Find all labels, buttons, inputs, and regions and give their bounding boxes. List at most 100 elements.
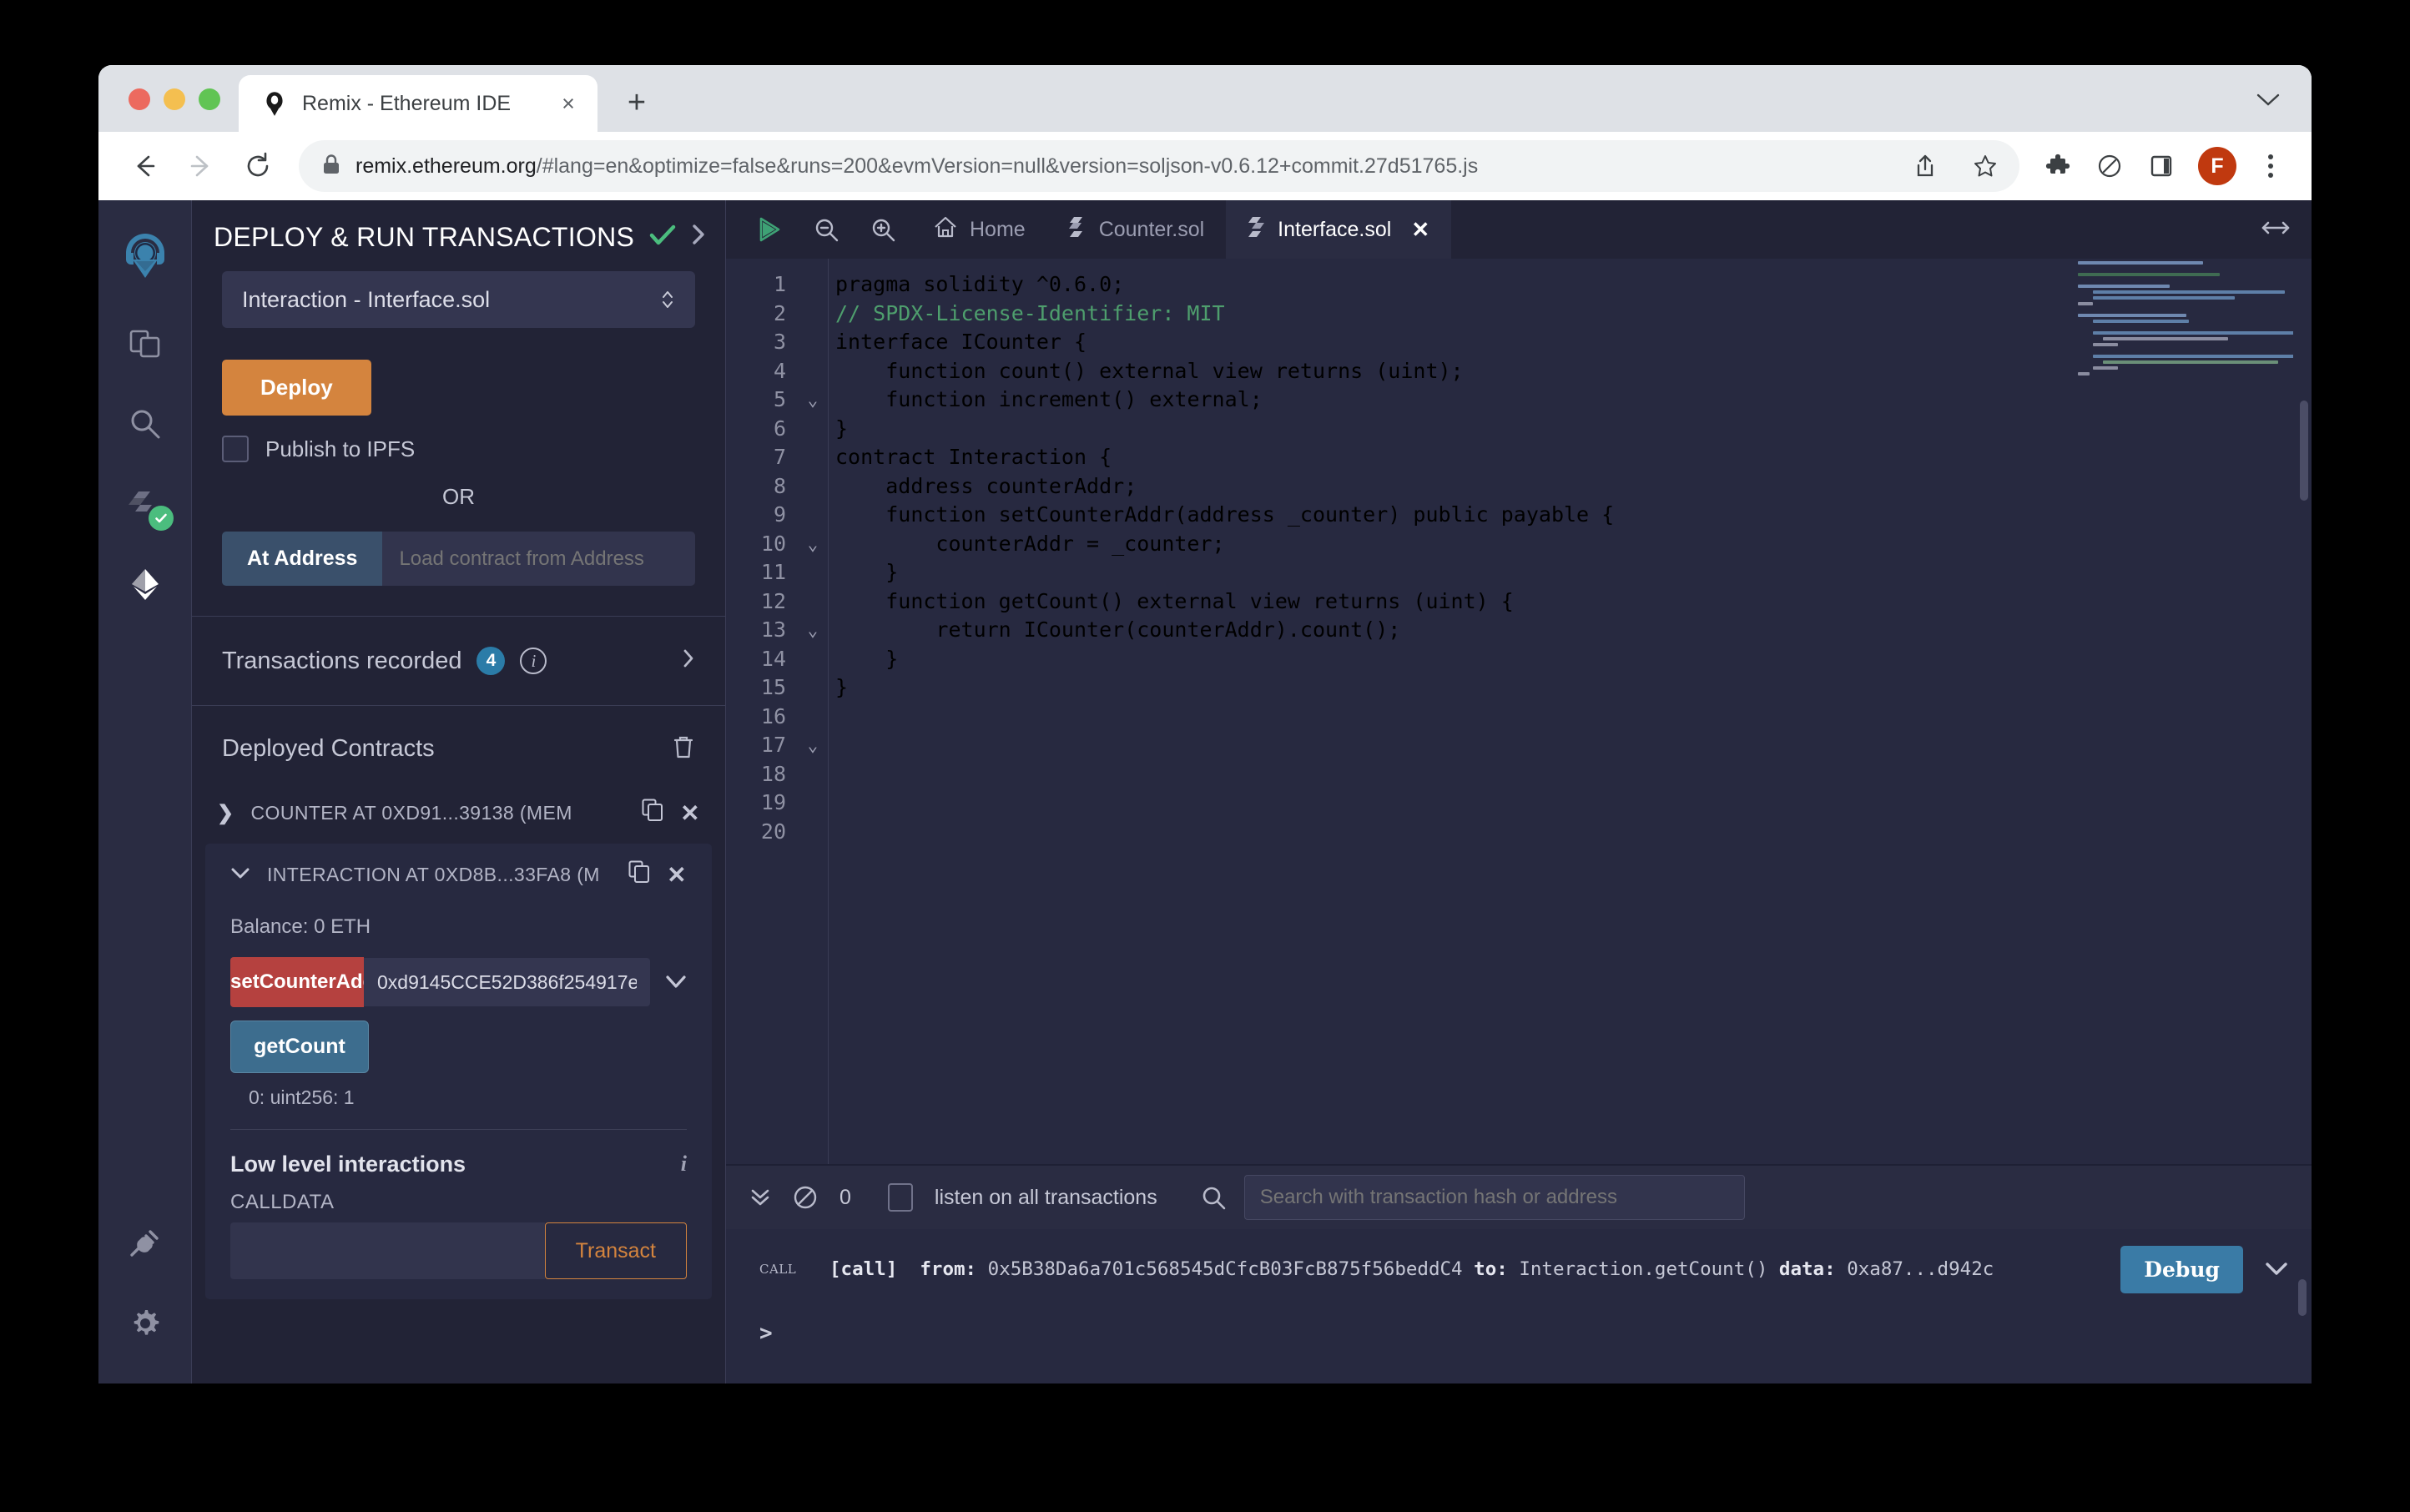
browser-menu-button[interactable] — [2250, 143, 2292, 189]
terminal-prompt[interactable]: > — [726, 1309, 2312, 1346]
fold-toggle-icon[interactable]: ⌄ — [798, 530, 828, 559]
remix-ide: DEPLOY & RUN TRANSACTIONS Interaction - … — [98, 200, 2312, 1383]
chevron-down-icon[interactable] — [650, 970, 687, 995]
share-icon[interactable] — [1903, 144, 1948, 189]
remix-terminal: 0 listen on all transactions CALL [call]… — [726, 1165, 2312, 1383]
fold-empty — [798, 443, 828, 472]
back-button[interactable] — [118, 140, 170, 192]
chevron-right-icon[interactable]: ❯ — [217, 801, 234, 825]
listen-all-transactions-checkbox[interactable] — [887, 1183, 913, 1212]
window-traffic-lights — [98, 88, 239, 132]
fold-toggle-icon[interactable]: ⌄ — [798, 616, 828, 645]
info-icon[interactable]: i — [681, 1152, 687, 1177]
at-address-input[interactable] — [382, 532, 695, 586]
calldata-label: CALLDATA — [230, 1191, 335, 1213]
browser-window: Remix - Ethereum IDE × + remix.ethereum.… — [98, 65, 2312, 1383]
contract-name: COUNTER AT 0XD91...39138 (MEM — [250, 801, 572, 824]
set-counter-addr-button[interactable]: setCounterAddr — [230, 957, 364, 1007]
transact-button[interactable]: Transact — [544, 1222, 687, 1279]
close-icon[interactable]: × — [554, 89, 582, 118]
log-prefix: [call] — [829, 1258, 898, 1280]
code-line: interface ICounter { — [835, 330, 1087, 354]
chevron-down-icon[interactable] — [230, 863, 250, 886]
fold-empty — [798, 357, 828, 386]
forward-button[interactable] — [175, 140, 227, 192]
code-line: } — [835, 675, 849, 699]
line-number: 9 — [773, 502, 786, 527]
transactions-recorded-row[interactable]: Transactions recorded 4 i — [192, 617, 725, 705]
contract-select[interactable]: Interaction - Interface.sol — [222, 271, 695, 328]
publish-ipfs-checkbox[interactable] — [222, 436, 249, 462]
fold-toggle-icon[interactable]: ⌄ — [798, 731, 828, 760]
trash-icon[interactable] — [672, 734, 695, 764]
sidepanel-icon[interactable] — [2138, 143, 2185, 189]
line-number: 3 — [773, 330, 786, 354]
get-count-button[interactable]: getCount — [230, 1021, 369, 1073]
close-icon[interactable]: ✕ — [1411, 217, 1429, 243]
debug-button[interactable]: Debug — [2120, 1245, 2243, 1293]
collapse-terminal-icon[interactable] — [749, 1186, 771, 1209]
new-tab-button[interactable]: + — [613, 78, 661, 127]
sidebar-item-deploy-run[interactable] — [98, 544, 192, 624]
copy-icon[interactable] — [628, 860, 650, 889]
set-counter-addr-input[interactable] — [364, 958, 650, 1006]
sidebar-item-file-explorer[interactable] — [98, 304, 192, 384]
line-number: 12 — [760, 588, 786, 613]
info-icon[interactable]: i — [520, 648, 547, 674]
contract-name: INTERACTION AT 0XD8B...33FA8 (M — [267, 863, 600, 885]
terminal-search-input[interactable] — [1243, 1175, 1745, 1220]
run-script-icon[interactable] — [741, 200, 798, 259]
code-line: } — [835, 560, 899, 584]
minimize-window-button[interactable] — [164, 88, 185, 110]
chevron-down-icon[interactable] — [2243, 1256, 2288, 1283]
line-number: 5 — [773, 387, 786, 411]
tab-counter-sol[interactable]: Counter.sol — [1047, 200, 1226, 259]
sidebar-item-settings[interactable] — [98, 1283, 192, 1363]
terminal-log-row[interactable]: CALL [call] from: 0x5B38Da6a701c568545dC… — [726, 1229, 2312, 1309]
code-line: return ICounter(counterAddr).count(); — [935, 617, 1401, 642]
leaf-performance-icon[interactable] — [2086, 143, 2133, 189]
calldata-input[interactable] — [230, 1222, 545, 1279]
address-bar-url: remix.ethereum.org/#lang=en&optimize=fal… — [355, 154, 1888, 179]
address-bar[interactable]: remix.ethereum.org/#lang=en&optimize=fal… — [299, 140, 2019, 192]
code-line: } — [835, 416, 849, 441]
deployed-contract-counter[interactable]: ❯ COUNTER AT 0XD91...39138 (MEM ✕ — [192, 782, 725, 844]
publish-ipfs-row[interactable]: Publish to IPFS — [222, 436, 695, 462]
sidebar-item-plugin-manager[interactable] — [98, 1203, 192, 1283]
code-line: address counterAddr; — [885, 473, 1137, 498]
terminal-scrollbar[interactable] — [2298, 1279, 2307, 1316]
code-editor[interactable]: 1 2 3 4 5 6 7 8 9 10 11 12 13 14 15 16 17 18 19 20 ⌄ ⌄ ⌄ ⌄ … — [726, 259, 2312, 1165]
chevron-right-icon[interactable] — [691, 224, 706, 251]
transactions-recorded-label: Transactions recorded — [222, 647, 462, 674]
calldata-row: Transact — [205, 1222, 712, 1294]
reload-button[interactable] — [232, 140, 284, 192]
chevron-down-icon[interactable] — [2243, 75, 2293, 125]
pending-transactions-count: 0 — [839, 1185, 851, 1209]
zoom-out-icon[interactable] — [798, 200, 855, 259]
extensions-icon[interactable] — [2034, 143, 2081, 189]
browser-tab-remix[interactable]: Remix - Ethereum IDE × — [239, 75, 597, 132]
chevron-right-icon[interactable] — [682, 648, 695, 674]
close-window-button[interactable] — [129, 88, 150, 110]
copy-icon[interactable] — [642, 799, 663, 827]
bookmark-star-icon[interactable] — [1963, 144, 2008, 189]
editor-vertical-scrollbar[interactable] — [2300, 401, 2308, 501]
fold-toggle-icon[interactable]: ⌄ — [798, 386, 828, 415]
tab-interface-sol[interactable]: Interface.sol ✕ — [1226, 200, 1452, 259]
zoom-in-icon[interactable] — [855, 200, 911, 259]
tab-home[interactable]: Home — [911, 200, 1047, 259]
deploy-button[interactable]: Deploy — [222, 360, 371, 416]
close-icon[interactable]: ✕ — [680, 799, 700, 827]
interaction-contract-header[interactable]: INTERACTION AT 0XD8B...33FA8 (M ✕ — [205, 844, 712, 905]
clear-terminal-icon[interactable] — [793, 1185, 818, 1210]
sidebar-item-solidity-compiler[interactable] — [98, 464, 192, 544]
code-line: contract Interaction { — [835, 445, 1112, 469]
code-content[interactable]: pragma solidity ^0.6.0; // SPDX-License-I… — [828, 259, 2312, 1164]
fold-markers[interactable]: ⌄ ⌄ ⌄ ⌄ — [798, 259, 828, 1164]
close-icon[interactable]: ✕ — [667, 861, 687, 889]
at-address-button[interactable]: At Address — [222, 532, 383, 586]
maximize-window-button[interactable] — [199, 88, 220, 110]
resize-horizontal-icon[interactable] — [2261, 219, 2312, 240]
sidebar-item-search[interactable] — [98, 384, 192, 464]
profile-avatar[interactable]: F — [2198, 147, 2236, 185]
